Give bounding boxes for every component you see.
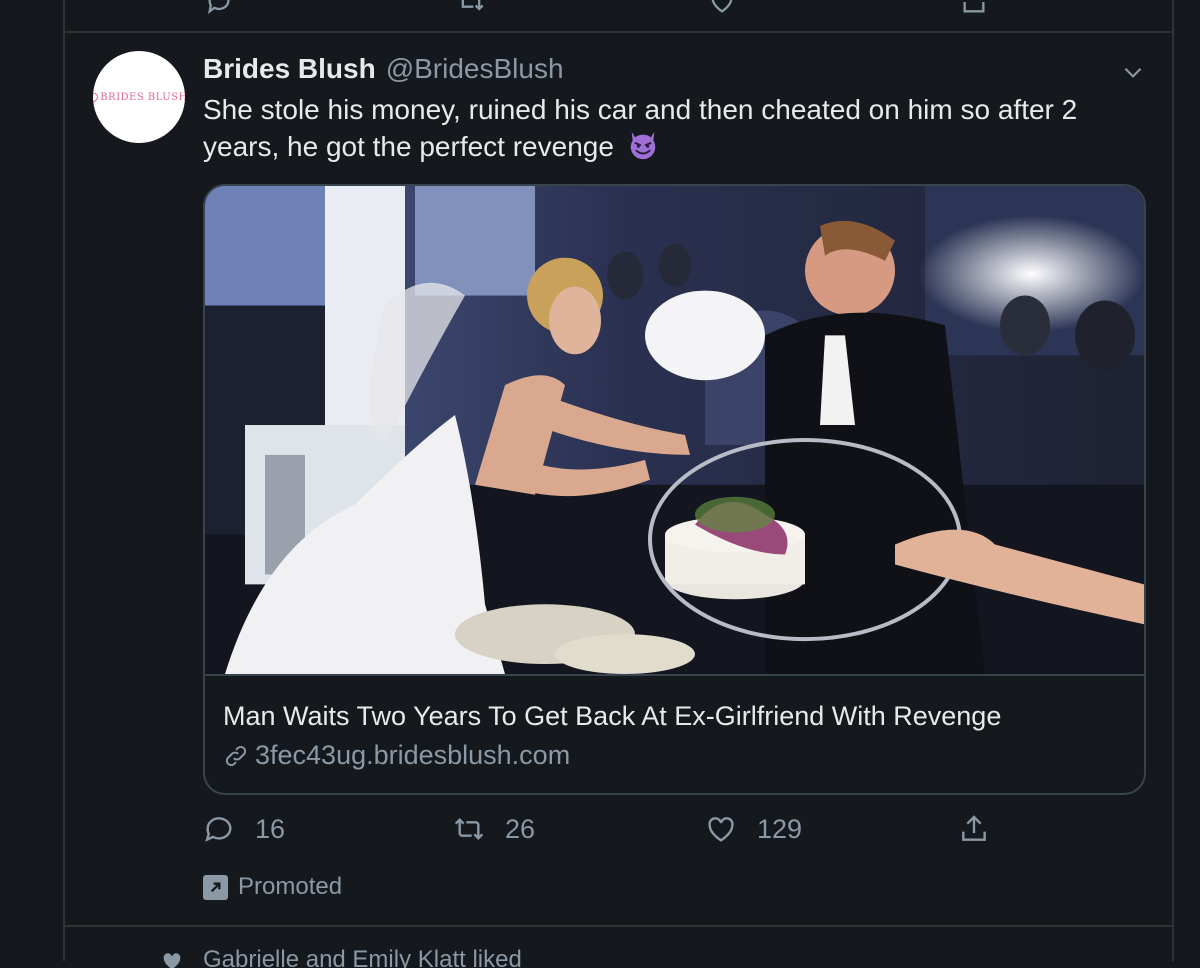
avatar-logo: BRIDES BLUSH xyxy=(93,91,185,103)
like-icon[interactable] xyxy=(708,0,736,16)
wedding-cake-photo xyxy=(205,186,1144,674)
retweet-button[interactable]: 26 xyxy=(453,813,535,845)
next-tweet[interactable]: Gabrielle and Emily Klatt liked xyxy=(65,928,1172,968)
avatar[interactable]: BRIDES BLUSH xyxy=(93,51,185,143)
tweet-header: Brides Blush @BridesBlush xyxy=(203,53,564,85)
avatar-logo-text: BRIDES BLUSH xyxy=(100,91,185,103)
display-name[interactable]: Brides Blush xyxy=(203,53,376,85)
promoted-arrow-icon xyxy=(203,874,228,900)
retweet-icon xyxy=(454,817,484,841)
tweet-divider xyxy=(65,925,1172,927)
like-button[interactable]: 129 xyxy=(705,813,802,845)
card-domain-text: 3fec43ug.bridesblush.com xyxy=(255,740,571,770)
share-button[interactable] xyxy=(958,813,990,845)
location-pin-icon xyxy=(93,91,100,103)
chevron-down-icon[interactable] xyxy=(1120,59,1146,85)
tweet-text: She stole his money, ruined his car and … xyxy=(203,91,1133,165)
previous-tweet-actions xyxy=(65,0,1172,30)
share-icon xyxy=(962,815,986,841)
like-count: 129 xyxy=(757,813,803,844)
smiling-face-with-horns-icon xyxy=(630,131,655,160)
timeline-column: BRIDES BLUSH Brides Blush @BridesBlush S… xyxy=(63,0,1174,968)
heart-icon xyxy=(163,953,181,968)
heart-icon xyxy=(708,817,734,842)
user-handle[interactable]: @BridesBlush xyxy=(386,53,564,85)
promoted-tweet[interactable]: BRIDES BLUSH Brides Blush @BridesBlush S… xyxy=(65,33,1172,925)
promoted-text: Promoted xyxy=(238,873,343,900)
reply-count: 16 xyxy=(255,813,286,844)
card-title[interactable]: Man Waits Two Years To Get Back At Ex-Gi… xyxy=(223,701,1001,732)
link-card[interactable]: Man Waits Two Years To Get Back At Ex-Gi… xyxy=(203,184,1146,795)
social-context[interactable]: Gabrielle and Emily Klatt liked xyxy=(203,946,522,968)
retweet-count: 26 xyxy=(505,813,536,844)
tweet-actions: 16 26 129 xyxy=(203,813,1003,853)
card-image[interactable] xyxy=(205,186,1144,676)
retweet-icon[interactable] xyxy=(457,0,485,16)
promoted-label: Promoted xyxy=(203,873,342,901)
reply-icon[interactable] xyxy=(205,0,233,16)
link-icon xyxy=(225,745,247,766)
reply-icon xyxy=(205,817,232,842)
card-domain[interactable]: 3fec43ug.bridesblush.com xyxy=(223,740,570,771)
reply-button[interactable]: 16 xyxy=(203,813,285,845)
share-icon[interactable] xyxy=(960,0,988,16)
